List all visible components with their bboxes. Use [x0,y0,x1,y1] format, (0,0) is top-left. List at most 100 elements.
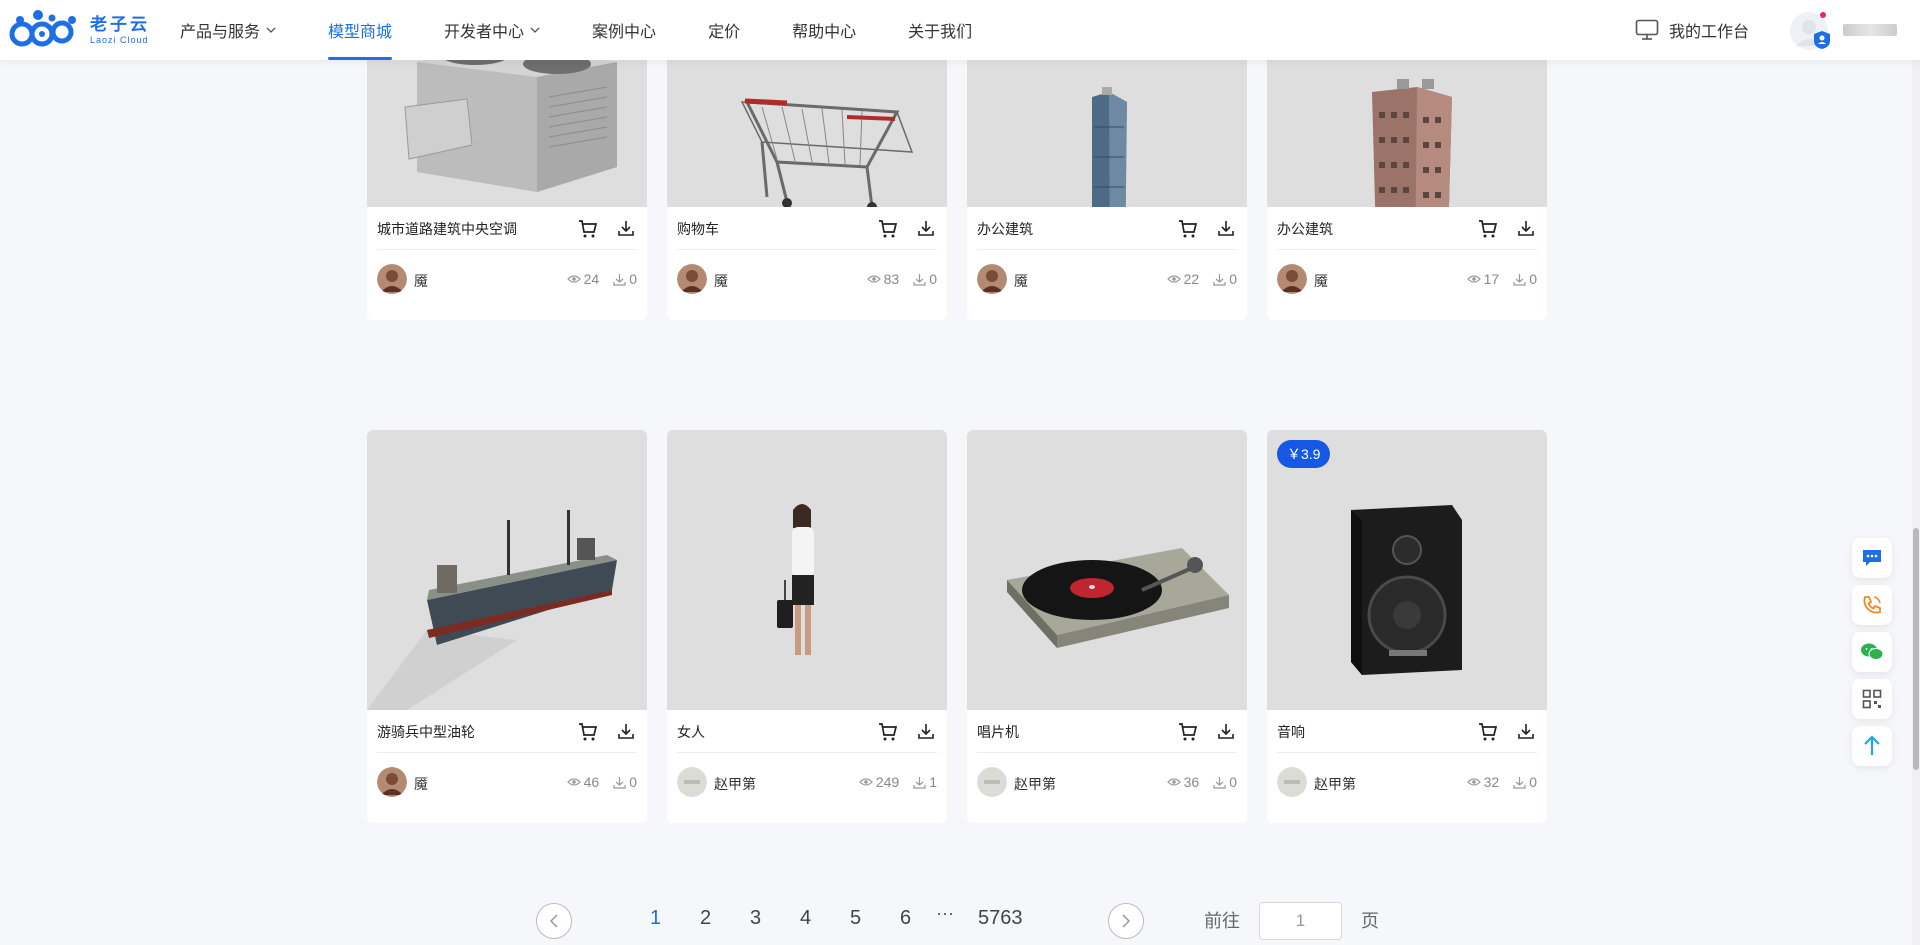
logo-cn-text: 老子云 [90,14,150,34]
model-card[interactable]: 女人 赵甲第 249 1 [667,430,947,823]
author-name[interactable]: 魇 [414,271,428,291]
download-count: 1 [929,774,937,790]
author-avatar[interactable] [677,767,707,797]
nav-pricing-label: 定价 [708,24,741,41]
author-name[interactable]: 赵甲第 [714,774,756,794]
model-title[interactable]: 女人 [677,722,705,742]
cart-icon[interactable] [1178,219,1198,239]
page-2[interactable]: 2 [700,907,711,930]
cart-icon[interactable] [1178,722,1198,742]
cart-icon[interactable] [878,722,898,742]
model-thumbnail[interactable] [1267,430,1547,710]
author-name[interactable]: 魇 [414,774,428,794]
author-avatar[interactable] [977,264,1007,294]
model-title[interactable]: 游骑兵中型油轮 [377,722,475,742]
model-thumbnail[interactable] [367,430,647,710]
goto-page-input[interactable] [1259,902,1342,940]
model-card[interactable]: 唱片机 赵甲第 36 0 [967,430,1247,823]
model-thumbnail[interactable] [967,430,1247,710]
nav-model-store[interactable]: 模型商城 [328,0,393,60]
author-avatar[interactable] [1277,264,1307,294]
author-avatar[interactable] [977,767,1007,797]
user-avatar[interactable] [1790,12,1830,50]
model-title[interactable]: 城市道路建筑中央空调 [377,219,517,239]
monitor-icon [1635,19,1659,40]
card-divider [377,752,637,753]
download-icon[interactable] [617,219,635,237]
cart-icon[interactable] [1478,219,1498,239]
card-divider [977,752,1237,753]
author-avatar[interactable] [1277,767,1307,797]
download-icon[interactable] [917,722,935,740]
eye-icon [858,778,873,786]
page-ellipsis[interactable]: ··· [936,903,954,924]
page-1[interactable]: 1 [650,907,661,930]
view-count: 32 [1483,774,1500,790]
view-count: 36 [1183,774,1200,790]
page-4[interactable]: 4 [800,907,811,930]
prev-page-button[interactable] [536,903,572,939]
cart-icon[interactable] [878,219,898,239]
author-name[interactable]: 赵甲第 [1314,774,1356,794]
chat-button[interactable] [1852,538,1892,578]
woman-model [777,504,814,655]
download-icon[interactable] [1217,722,1235,740]
scrollbar-track[interactable] [1912,0,1920,945]
phone-button[interactable] [1852,585,1892,625]
author-name[interactable]: 魇 [714,271,728,291]
wechat-button[interactable] [1852,632,1892,672]
nav-help[interactable]: 帮助中心 [792,0,856,60]
author-avatar-image [977,767,1007,797]
chevron-right-icon [1122,914,1131,928]
nav-products[interactable]: 产品与服务 [180,0,276,60]
page-3[interactable]: 3 [750,907,761,930]
model-card[interactable]: ￥3.9 音响 赵甲第 32 0 [1267,430,1547,823]
download-count-icon [1513,273,1526,286]
download-count: 0 [1229,271,1237,287]
download-icon[interactable] [917,219,935,237]
cart-icon[interactable] [578,219,598,239]
main-nav: 产品与服务 模型商城 开发者中心 案例中心 定价 帮助中心 关于我们 [180,0,1024,60]
download-icon[interactable] [1517,722,1535,740]
author-name[interactable]: 魇 [1014,271,1028,291]
back-to-top-button[interactable] [1852,726,1892,766]
author-avatar-image [377,264,407,294]
model-title[interactable]: 音响 [1277,722,1305,742]
download-icon[interactable] [617,722,635,740]
author-avatar-image [1277,767,1307,797]
model-title[interactable]: 办公建筑 [1277,219,1333,239]
logo[interactable]: 老子云 Laozi Cloud [8,6,150,54]
workbench-link[interactable]: 我的工作台 [1635,0,1749,60]
page-last[interactable]: 5763 [978,907,1023,930]
nav-cases[interactable]: 案例中心 [592,0,656,60]
model-grid: 城市道路建筑中央空调 魇 24 0 购物车 魇 83 0 办公建筑 魇 22 0… [367,0,1547,823]
model-title[interactable]: 唱片机 [977,722,1019,742]
page-6[interactable]: 6 [900,907,911,930]
cart-icon[interactable] [578,722,598,742]
author-avatar[interactable] [677,264,707,294]
author-name[interactable]: 赵甲第 [1014,774,1056,794]
card-divider [1277,752,1537,753]
model-stats: 32 0 [1466,774,1537,790]
model-title[interactable]: 办公建筑 [977,219,1033,239]
download-icon[interactable] [1217,219,1235,237]
author-avatar[interactable] [377,767,407,797]
nav-developer[interactable]: 开发者中心 [444,0,540,60]
author-avatar[interactable] [377,264,407,294]
qrcode-icon [1862,689,1882,709]
model-title[interactable]: 购物车 [677,219,719,239]
logo-icon [9,10,76,47]
cart-icon[interactable] [1478,722,1498,742]
eye-icon [866,275,881,283]
next-page-button[interactable] [1108,903,1144,939]
nav-pricing[interactable]: 定价 [708,0,740,60]
author-name[interactable]: 魇 [1314,271,1328,291]
nav-about[interactable]: 关于我们 [908,0,972,60]
qrcode-button[interactable] [1852,679,1892,719]
model-thumbnail[interactable] [667,430,947,710]
download-count-icon [613,776,626,789]
page-5[interactable]: 5 [850,907,861,930]
model-card[interactable]: 游骑兵中型油轮 魇 46 0 [367,430,647,823]
download-icon[interactable] [1517,219,1535,237]
scrollbar-thumb[interactable] [1913,528,1919,770]
